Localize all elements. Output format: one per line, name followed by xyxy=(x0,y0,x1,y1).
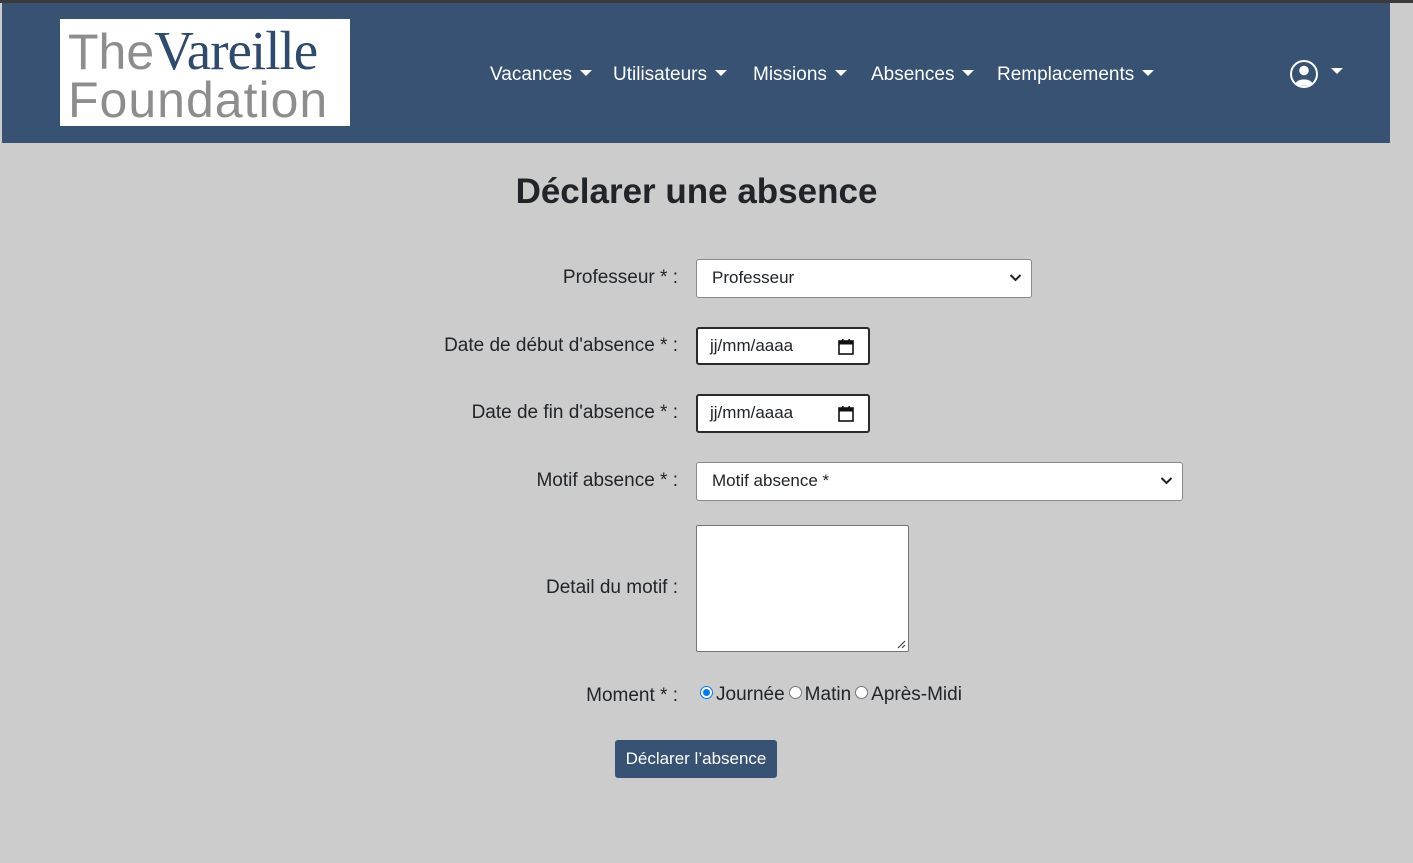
motif-label: Motif absence * : xyxy=(536,470,678,491)
date-debut-placeholder: jj/mm/aaaa xyxy=(710,336,794,355)
chevron-down-icon xyxy=(1160,477,1173,485)
motif-select-value: Motif absence * xyxy=(712,471,830,490)
professeur-label: Professeur * : xyxy=(562,267,678,288)
user-circle-icon xyxy=(1289,60,1323,88)
radio-journee[interactable] xyxy=(700,686,713,699)
date-fin-placeholder: jj/mm/aaaa xyxy=(710,403,794,422)
radio-apres-midi[interactable] xyxy=(855,686,869,699)
professeur-select[interactable]: Professeur xyxy=(696,259,1032,298)
caret-down-icon xyxy=(1142,70,1155,76)
nav-missions-dropdown[interactable]: Missions xyxy=(753,62,847,88)
declarer-absence-button[interactable]: Déclarer l’absence xyxy=(615,740,777,778)
nav-absences-label: Absences xyxy=(871,64,955,85)
caret-down-icon xyxy=(1331,68,1344,75)
caret-down-icon xyxy=(962,70,975,76)
resize-grip-icon[interactable] xyxy=(896,639,906,649)
nav-utilisateurs-dropdown[interactable]: Utilisateurs xyxy=(613,62,727,88)
nav-remplacements-dropdown[interactable]: Remplacements xyxy=(997,62,1155,88)
motif-select[interactable]: Motif absence * xyxy=(696,462,1183,501)
date-debut-label: Date de début d'absence * : xyxy=(444,335,678,356)
moment-label: Moment * : xyxy=(586,685,678,706)
caret-down-icon xyxy=(580,70,593,76)
caret-down-icon xyxy=(834,70,847,76)
detail-textarea[interactable] xyxy=(696,525,909,652)
radio-matin-label[interactable]: Matin xyxy=(805,684,851,705)
professeur-select-value: Professeur xyxy=(712,268,795,287)
date-debut-input[interactable]: jj/mm/aaaa xyxy=(696,327,870,365)
radio-matin[interactable] xyxy=(788,686,802,699)
nav-vacances-label: Vacances xyxy=(490,64,573,85)
detail-label: Detail du motif : xyxy=(546,577,678,598)
chevron-down-icon xyxy=(1009,274,1022,282)
foundation-logo[interactable]: TheVareille Foundation xyxy=(60,19,350,126)
nav-missions-label: Missions xyxy=(753,64,827,85)
user-menu-dropdown[interactable] xyxy=(1289,59,1344,91)
calendar-icon[interactable] xyxy=(838,406,854,422)
logo-line-1: TheVareille xyxy=(68,19,318,81)
date-fin-label: Date de fin d'absence * : xyxy=(471,402,678,423)
nav-remplacements-label: Remplacements xyxy=(997,64,1135,85)
radio-apres-midi-label[interactable]: Après-Midi xyxy=(871,684,962,705)
calendar-icon[interactable] xyxy=(838,339,854,355)
page-title: Déclarer une absence xyxy=(515,172,878,211)
moment-radio-group: Journée Matin Après-Midi xyxy=(700,684,966,710)
radio-journee-label[interactable]: Journée xyxy=(716,684,785,705)
nav-utilisateurs-label: Utilisateurs xyxy=(613,64,707,85)
caret-down-icon xyxy=(714,70,727,76)
nav-absences-dropdown[interactable]: Absences xyxy=(871,62,975,88)
navbar: TheVareille Foundation Vacances Utilisat… xyxy=(2,3,1390,143)
logo-foundation: Foundation xyxy=(68,72,329,126)
date-fin-input[interactable]: jj/mm/aaaa xyxy=(696,394,870,433)
right-strip xyxy=(1390,3,1413,143)
nav-vacances-dropdown[interactable]: Vacances xyxy=(490,62,593,88)
